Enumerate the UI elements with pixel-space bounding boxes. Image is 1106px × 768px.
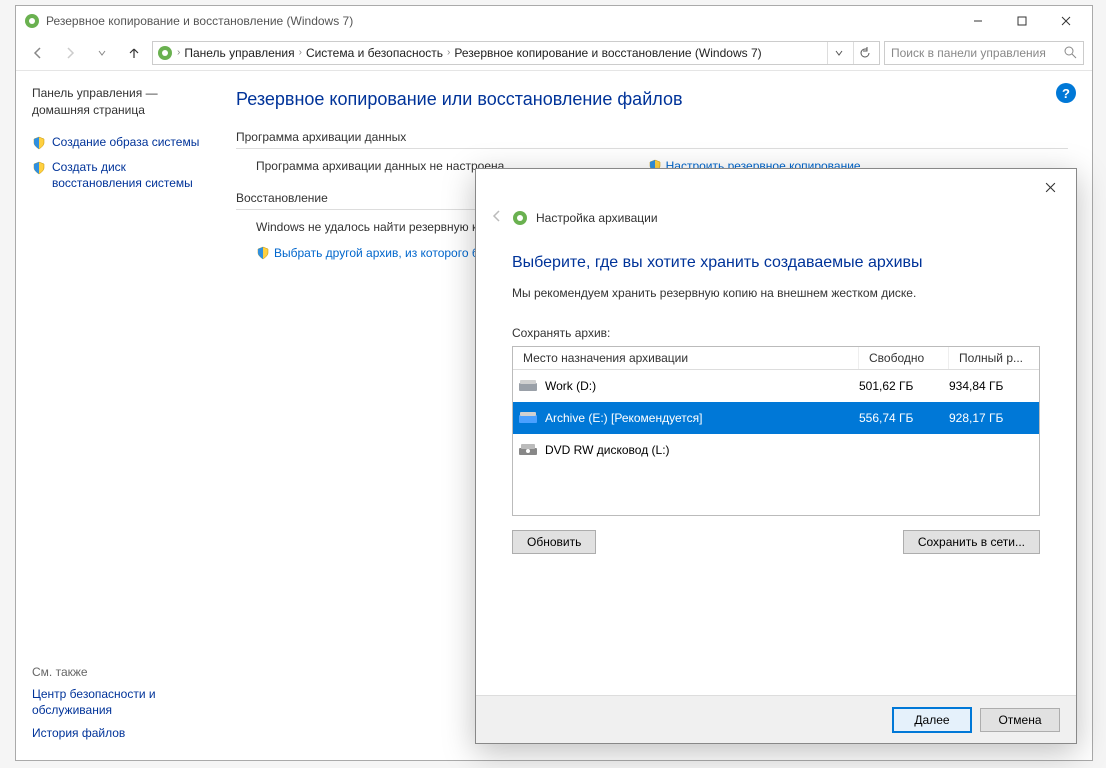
dialog-subtext: Мы рекомендуем хранить резервную копию н… [512,286,1040,300]
sidebar-link-file-history[interactable]: История файлов [32,726,222,742]
navbar: › Панель управления › Система и безопасн… [16,35,1092,71]
recent-dropdown[interactable] [88,39,116,67]
backup-status-text: Программа архивации данных не настроена. [256,159,508,173]
column-destination[interactable]: Место назначения архивации [513,347,859,369]
column-total[interactable]: Полный р... [949,347,1039,369]
app-icon [24,13,40,29]
refresh-button[interactable]: Обновить [512,530,596,554]
dialog-title: Настройка архивации [536,211,658,225]
drive-free: 556,74 ГБ [859,411,949,425]
search-input[interactable]: Поиск в панели управления [884,41,1084,65]
table-row[interactable]: Archive (E:) [Рекомендуется]556,74 ГБ928… [513,402,1039,434]
shield-icon [32,136,46,150]
sidebar-bottom: См. также Центр безопасности и обслужива… [32,665,222,750]
address-bar[interactable]: › Панель управления › Система и безопасн… [152,41,880,65]
group-backup-title: Программа архивации данных [236,130,1068,144]
dialog-back-button[interactable] [490,209,504,226]
next-button[interactable]: Далее [892,707,972,733]
shield-icon [32,161,46,175]
save-network-button[interactable]: Сохранить в сети... [903,530,1040,554]
breadcrumb-item[interactable]: Панель управления [184,46,294,60]
forward-button[interactable] [56,39,84,67]
window-title: Резервное копирование и восстановление (… [46,14,353,28]
chevron-right-icon: › [299,47,302,58]
see-also-heading: См. также [32,665,222,679]
drive-name: Archive (E:) [Рекомендуется] [545,411,859,425]
dialog-body: Выберите, где вы хотите хранить создавае… [476,236,1076,695]
drive-icon [519,410,539,426]
address-icon [157,45,173,61]
sidebar-link-create-image[interactable]: Создание образа системы [32,135,210,151]
sidebar-home-link[interactable]: Панель управления — домашняя страница [32,85,210,119]
dialog-button-row: Обновить Сохранить в сети... [512,530,1040,554]
chevron-right-icon: › [447,47,450,58]
address-dropdown[interactable] [827,42,849,64]
backup-setup-dialog: Настройка архивации Выберите, где вы хот… [475,168,1077,744]
drive-icon [519,378,539,394]
table-row[interactable]: DVD RW дисковод (L:) [513,434,1039,466]
dialog-close-button[interactable] [1030,172,1070,202]
dialog-heading: Выберите, где вы хотите хранить создавае… [512,254,1040,272]
cancel-button[interactable]: Отмена [980,708,1060,732]
breadcrumb-item[interactable]: Система и безопасность [306,46,443,60]
close-button[interactable] [1044,6,1088,35]
back-button[interactable] [24,39,52,67]
drive-name: DVD RW дисковод (L:) [545,443,859,457]
dialog-titlebar [476,169,1076,205]
table-header: Место назначения архивации Свободно Полн… [513,347,1039,370]
chevron-right-icon: › [177,47,180,58]
drive-total: 934,84 ГБ [949,379,1033,393]
sidebar-link-security-center[interactable]: Центр безопасности и обслуживания [32,687,222,718]
drive-total: 928,17 ГБ [949,411,1033,425]
maximize-button[interactable] [1000,6,1044,35]
sidebar: Панель управления — домашняя страница Со… [16,71,226,760]
up-button[interactable] [120,39,148,67]
help-button[interactable]: ? [1056,83,1076,103]
refresh-button[interactable] [853,42,875,64]
drive-name: Work (D:) [545,379,859,393]
drive-icon [519,442,539,458]
page-title: Резервное копирование или восстановление… [236,89,1068,110]
save-archive-label: Сохранять архив: [512,326,1040,340]
dialog-footer: Далее Отмена [476,695,1076,743]
titlebar: Резервное копирование и восстановление (… [16,6,1092,35]
breadcrumb-item[interactable]: Резервное копирование и восстановление (… [454,46,761,60]
backup-icon [512,210,528,226]
table-row[interactable]: Work (D:)501,62 ГБ934,84 ГБ [513,370,1039,402]
sidebar-link-create-recovery-disk[interactable]: Создать диск восстановления системы [32,160,210,191]
minimize-button[interactable] [956,6,1000,35]
shield-icon [256,246,270,260]
dialog-header: Настройка архивации [476,205,1076,236]
destination-table: Место назначения архивации Свободно Полн… [512,346,1040,516]
drive-free: 501,62 ГБ [859,379,949,393]
column-free[interactable]: Свободно [859,347,949,369]
search-icon [1064,46,1077,59]
